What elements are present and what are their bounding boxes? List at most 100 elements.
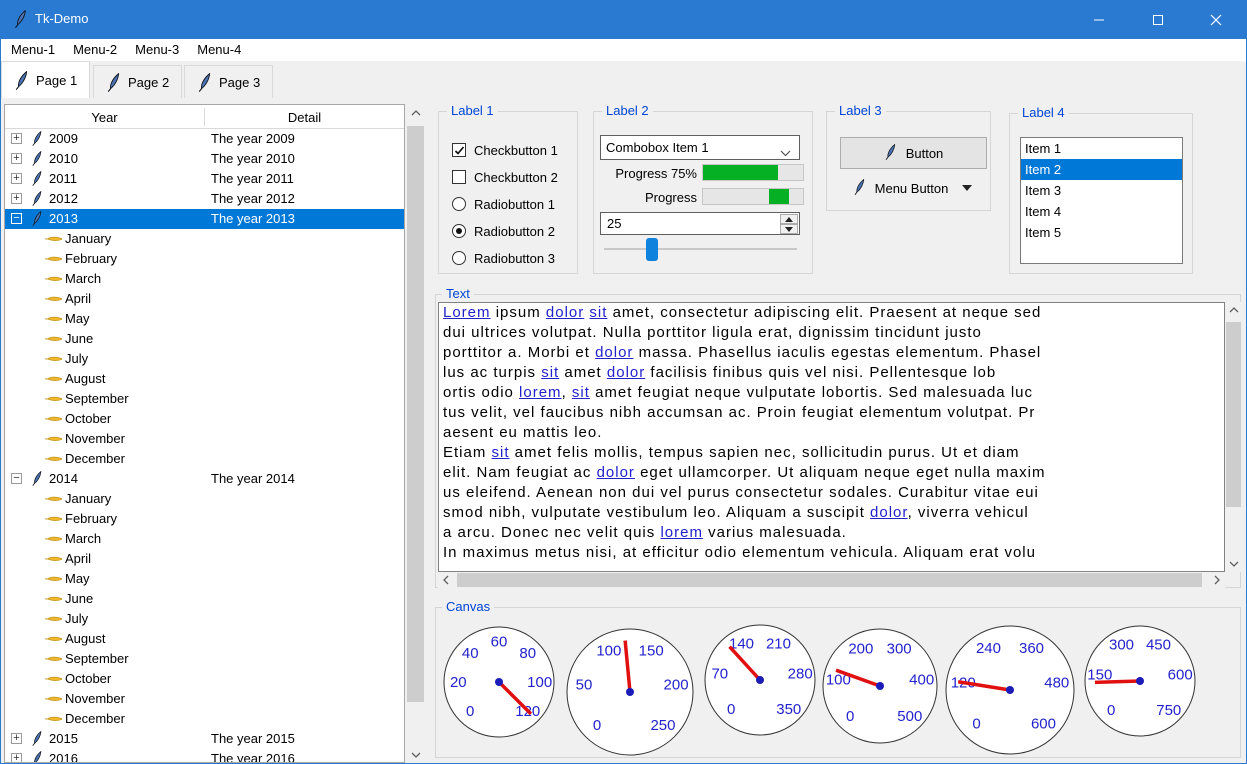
scroll-down-icon[interactable]: [1225, 556, 1242, 572]
text-link[interactable]: sit: [572, 384, 590, 401]
scrollbar-thumb[interactable]: [1226, 322, 1241, 507]
tree-row-2014[interactable]: −2014The year 2014: [5, 469, 404, 489]
tree-row-june[interactable]: June: [5, 329, 404, 349]
text-widget[interactable]: Lorem ipsum dolor sit amet, consectetur …: [438, 302, 1225, 572]
tree-row-2012[interactable]: +2012The year 2012: [5, 189, 404, 209]
checkbutton-1[interactable]: Checkbutton 1: [452, 142, 558, 158]
text-vertical-scrollbar[interactable]: [1225, 302, 1242, 572]
tree-row-december[interactable]: December: [5, 709, 404, 729]
radiobutton-5[interactable]: Radiobutton 3: [452, 250, 555, 266]
list-item-1[interactable]: Item 1: [1021, 138, 1182, 159]
month-feather-icon: [45, 692, 62, 707]
tree-row-november[interactable]: November: [5, 689, 404, 709]
checkbutton-2[interactable]: Checkbutton 2: [452, 169, 558, 185]
list-item-4[interactable]: Item 4: [1021, 201, 1182, 222]
tree-row-february[interactable]: February: [5, 509, 404, 529]
scroll-down-icon[interactable]: [406, 746, 425, 763]
tab-page-3[interactable]: Page 3: [184, 65, 273, 98]
expand-icon[interactable]: +: [11, 753, 22, 762]
tree-row-march[interactable]: March: [5, 529, 404, 549]
scroll-up-icon[interactable]: [406, 104, 425, 121]
menu-button[interactable]: Menu Button: [845, 174, 980, 202]
scroll-up-icon[interactable]: [1225, 302, 1242, 318]
tree-row-april[interactable]: April: [5, 289, 404, 309]
menu-item-menu-1[interactable]: Menu-1: [9, 39, 57, 60]
tab-page-2[interactable]: Page 2: [93, 65, 182, 98]
scrollbar-thumb[interactable]: [457, 573, 1202, 587]
tree-row-july[interactable]: July: [5, 349, 404, 369]
tree-row-june[interactable]: June: [5, 589, 404, 609]
scroll-left-icon[interactable]: [438, 572, 454, 588]
spinbox-down-button[interactable]: [780, 224, 798, 234]
minimize-button[interactable]: [1076, 1, 1122, 39]
tree-row-october[interactable]: October: [5, 409, 404, 429]
tree-row-december[interactable]: December: [5, 449, 404, 469]
close-button[interactable]: [1193, 1, 1239, 39]
tree-row-2015[interactable]: +2015The year 2015: [5, 729, 404, 749]
svg-text:200: 200: [664, 677, 689, 694]
tree-row-2011[interactable]: +2011The year 2011: [5, 169, 404, 189]
scale-track[interactable]: [604, 248, 797, 250]
scroll-right-icon[interactable]: [1209, 572, 1225, 588]
spinbox[interactable]: 25: [600, 212, 800, 235]
expand-icon[interactable]: +: [11, 153, 22, 164]
tree-row-july[interactable]: July: [5, 609, 404, 629]
text-horizontal-scrollbar[interactable]: [438, 572, 1225, 588]
text-link[interactable]: sit: [541, 364, 559, 381]
button[interactable]: Button: [840, 137, 987, 169]
tree-row-march[interactable]: March: [5, 269, 404, 289]
scale-thumb[interactable]: [646, 238, 658, 261]
tab-page-1[interactable]: Page 1: [1, 61, 90, 98]
tree-row-february[interactable]: February: [5, 249, 404, 269]
text-link[interactable]: sit: [492, 444, 510, 461]
spinbox-up-button[interactable]: [780, 214, 798, 224]
tree-header: Year Detail: [5, 105, 404, 129]
tree-row-january[interactable]: January: [5, 489, 404, 509]
tree-row-may[interactable]: May: [5, 569, 404, 589]
tree-column-year[interactable]: Year: [5, 105, 204, 129]
tree-row-april[interactable]: April: [5, 549, 404, 569]
text-link[interactable]: lorem: [660, 524, 703, 541]
tree-row-2013[interactable]: −2013The year 2013: [5, 209, 404, 229]
list-item-3[interactable]: Item 3: [1021, 180, 1182, 201]
menu-item-menu-3[interactable]: Menu-3: [133, 39, 181, 60]
expand-icon[interactable]: +: [11, 193, 22, 204]
text-link[interactable]: dolor: [870, 504, 908, 521]
text-link[interactable]: dolor: [607, 364, 645, 381]
text-link[interactable]: lorem: [519, 384, 562, 401]
tree-vertical-scrollbar[interactable]: [406, 104, 425, 763]
menu-item-menu-2[interactable]: Menu-2: [71, 39, 119, 60]
tree-row-november[interactable]: November: [5, 429, 404, 449]
tree-row-2010[interactable]: +2010The year 2010: [5, 149, 404, 169]
list-item-2[interactable]: Item 2: [1021, 159, 1182, 180]
radiobutton-3[interactable]: Radiobutton 1: [452, 196, 555, 212]
tree-row-2009[interactable]: +2009The year 2009: [5, 129, 404, 149]
menu-item-menu-4[interactable]: Menu-4: [195, 39, 243, 60]
tree-row-september[interactable]: September: [5, 649, 404, 669]
text-link[interactable]: sit: [589, 304, 607, 321]
text-link[interactable]: dolor: [546, 304, 584, 321]
expand-icon[interactable]: +: [11, 733, 22, 744]
tree-row-august[interactable]: August: [5, 629, 404, 649]
tree-row-may[interactable]: May: [5, 309, 404, 329]
tree-column-detail[interactable]: Detail: [205, 105, 404, 129]
tree-row-september[interactable]: September: [5, 389, 404, 409]
text-link[interactable]: dolor: [597, 464, 635, 481]
tree-row-august[interactable]: August: [5, 369, 404, 389]
scrollbar-thumb[interactable]: [407, 126, 424, 702]
list-item-5[interactable]: Item 5: [1021, 222, 1182, 243]
radiobutton-4[interactable]: Radiobutton 2: [452, 223, 555, 239]
expand-icon[interactable]: +: [11, 173, 22, 184]
expand-icon[interactable]: +: [11, 133, 22, 144]
maximize-button[interactable]: [1135, 1, 1181, 39]
tree-row-january[interactable]: January: [5, 229, 404, 249]
combobox[interactable]: Combobox Item 1: [600, 135, 800, 160]
tree-row-2016[interactable]: +2016The year 2016: [5, 749, 404, 762]
tree-row-october[interactable]: October: [5, 669, 404, 689]
text-link[interactable]: Lorem: [443, 304, 491, 321]
text-link[interactable]: dolor: [595, 344, 633, 361]
text-line: us eleifend. Aenean non dui vel purus co…: [439, 483, 1224, 503]
collapse-icon[interactable]: −: [11, 473, 22, 484]
tree-item-label: 2014: [49, 471, 78, 486]
collapse-icon[interactable]: −: [11, 213, 22, 224]
